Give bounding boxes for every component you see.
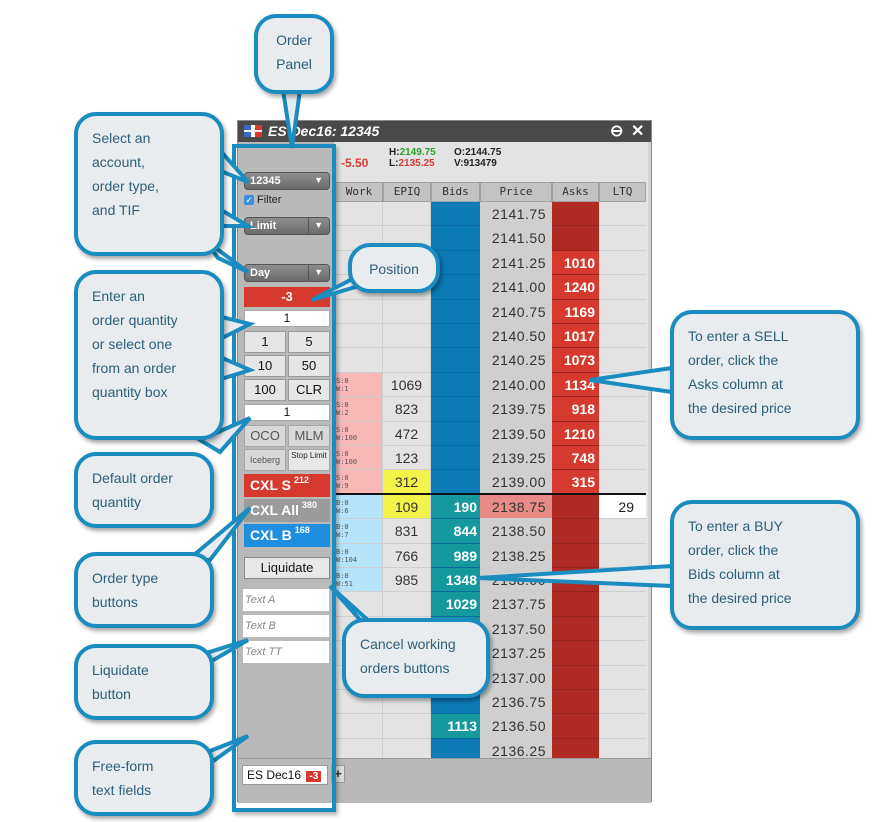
callout-free-form-text: Free-form text fields [74, 740, 214, 816]
callout-cancel-orders: Cancel working orders buttons [342, 618, 490, 698]
callout-buy-order: To enter a BUY order, click the Bids col… [670, 500, 860, 630]
callout-enter-quantity: Enter an order quantity or select one fr… [74, 270, 224, 440]
pointer-buy [477, 563, 674, 589]
callout-default-quantity: Default order quantity [74, 452, 214, 528]
callout-select-account: Select an account, order type, and TIF [74, 112, 224, 256]
pointer-order-panel [280, 88, 303, 149]
pointer-sell [589, 365, 674, 395]
callout-liquidate-button: Liquidate button [74, 644, 214, 720]
callout-order-panel: Order Panel [254, 14, 334, 94]
callout-sell-order: To enter a SELL order, click the Asks co… [670, 310, 860, 440]
callout-order-type-buttons: Order type buttons [74, 552, 214, 628]
callout-position: Position [348, 243, 440, 293]
